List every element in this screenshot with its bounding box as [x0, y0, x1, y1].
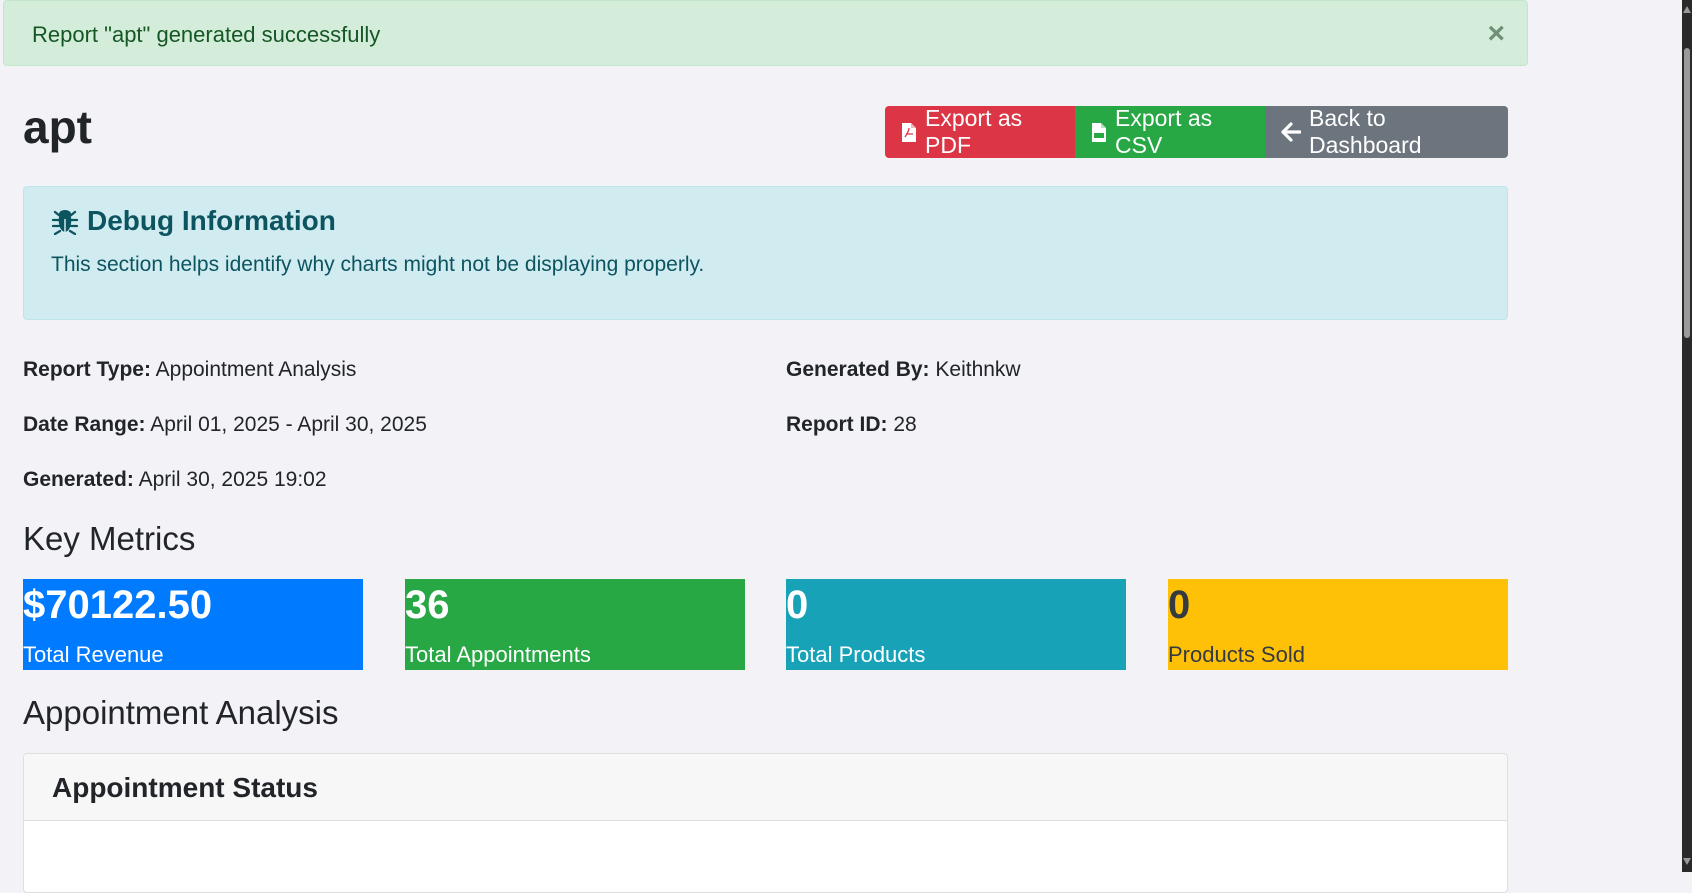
- metric-total-appointments: 36 Total Appointments: [405, 579, 745, 670]
- report-id-label: Report ID:: [786, 413, 888, 436]
- alert-message: Report "apt" generated successfully: [32, 22, 381, 47]
- export-pdf-label: Export as PDF: [925, 105, 1023, 158]
- bug-icon: [51, 210, 79, 235]
- success-alert: Report "apt" generated successfully ×: [3, 0, 1528, 66]
- generated-by-label: Generated By:: [786, 358, 930, 381]
- debug-panel: Debug Information This section helps ide…: [23, 186, 1508, 320]
- report-id-value: 28: [893, 413, 917, 436]
- generated-field: Generated: April 30, 2025 19:02: [23, 468, 327, 492]
- export-csv-button[interactable]: Export as CSV: [1075, 105, 1265, 158]
- generated-value: April 30, 2025 19:02: [138, 468, 327, 491]
- metric-value: 0: [786, 583, 809, 627]
- report-type-field: Report Type: Appointment Analysis: [23, 358, 356, 382]
- metric-value: 36: [405, 583, 450, 627]
- back-label: Back to Dashboard: [1309, 105, 1422, 158]
- csv-file-icon: [1092, 122, 1106, 142]
- date-range-label: Date Range:: [23, 413, 146, 436]
- close-icon[interactable]: ×: [1487, 19, 1505, 49]
- metric-value: 0: [1168, 583, 1191, 627]
- debug-description: This section helps identify why charts m…: [51, 253, 705, 276]
- scroll-down-icon[interactable]: [1683, 858, 1691, 865]
- back-to-dashboard-button[interactable]: Back to Dashboard: [1265, 105, 1508, 158]
- debug-header: Debug Information: [51, 205, 336, 237]
- metric-value: $70122.50: [23, 583, 213, 627]
- report-type-value: Appointment Analysis: [155, 358, 357, 381]
- key-metrics-heading: Key Metrics: [23, 520, 196, 557]
- metric-label: Products Sold: [1168, 642, 1305, 667]
- generated-by-value: Keithnkw: [935, 358, 1021, 381]
- metric-label: Total Appointments: [405, 642, 591, 667]
- export-csv-label: Export as CSV: [1115, 105, 1213, 158]
- debug-title: Debug Information: [87, 205, 336, 236]
- card-header: Appointment Status: [24, 754, 1507, 821]
- arrow-left-icon: [1281, 122, 1301, 142]
- metric-total-revenue: $70122.50 Total Revenue: [23, 579, 363, 670]
- date-range-value: April 01, 2025 - April 30, 2025: [150, 413, 427, 436]
- card-title: Appointment Status: [52, 772, 318, 803]
- pdf-file-icon: [902, 122, 916, 142]
- report-id-field: Report ID: 28: [786, 413, 917, 437]
- generated-label: Generated:: [23, 468, 134, 491]
- page-title: apt: [23, 101, 92, 153]
- report-type-label: Report Type:: [23, 358, 151, 381]
- metric-label: Total Products: [786, 642, 926, 667]
- appointment-status-card: Appointment Status: [23, 753, 1508, 893]
- date-range-field: Date Range: April 01, 2025 - April 30, 2…: [23, 413, 427, 437]
- appointment-analysis-heading: Appointment Analysis: [23, 694, 339, 731]
- report-actions: Export as PDF Export as CSV Back to Dash…: [885, 105, 1508, 158]
- metric-total-products: 0 Total Products: [786, 579, 1126, 670]
- metric-label: Total Revenue: [23, 642, 164, 667]
- scroll-up-icon[interactable]: [1683, 6, 1691, 13]
- export-pdf-button[interactable]: Export as PDF: [885, 105, 1075, 158]
- vertical-scrollbar[interactable]: [1682, 0, 1692, 872]
- scrollbar-thumb[interactable]: [1684, 48, 1690, 338]
- generated-by-field: Generated By: Keithnkw: [786, 358, 1021, 382]
- metric-products-sold: 0 Products Sold: [1168, 579, 1508, 670]
